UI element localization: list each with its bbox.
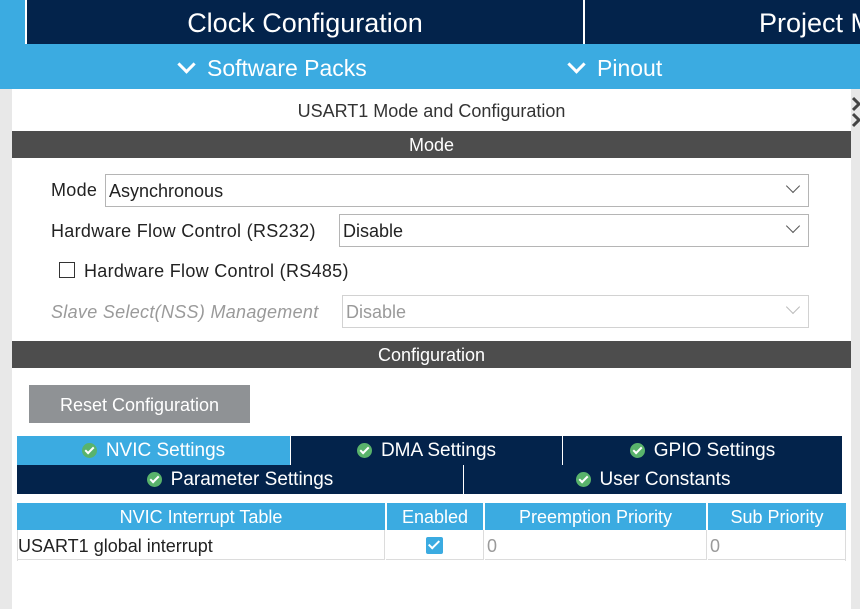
chevron-down-icon <box>785 178 801 194</box>
sub-priority-cell[interactable]: 0 <box>708 530 846 560</box>
nss-management-select: Disable <box>342 295 809 328</box>
preemption-priority-cell[interactable]: 0 <box>485 530 707 560</box>
nss-management-value: Disable <box>346 302 407 322</box>
tab-label: GPIO Settings <box>653 440 776 461</box>
mode-select[interactable]: Asynchronous <box>105 174 809 207</box>
right-panel-edge[interactable] <box>851 89 860 609</box>
column-header-enabled: Enabled <box>387 503 483 530</box>
collapse-arrow-icon[interactable] <box>852 96 860 128</box>
hw-flow-rs232-value: Disable <box>343 221 404 241</box>
column-header-sub-priority: Sub Priority <box>708 503 846 530</box>
column-header-interrupt: NVIC Interrupt Table <box>17 503 385 530</box>
check-circle-icon <box>575 472 591 487</box>
mode-label: Mode <box>51 180 98 200</box>
panel-title: USART1 Mode and Configuration <box>297 101 566 121</box>
tab-project-manager[interactable]: Project M <box>585 0 860 44</box>
software-packs-menu[interactable]: Software Packs <box>177 44 367 89</box>
pinout-label: Pinout <box>597 55 663 81</box>
tab-clock-configuration[interactable]: Clock Configuration <box>27 0 583 44</box>
tab-nvic-settings[interactable]: NVIC Settings <box>17 436 290 465</box>
nss-management-label: Slave Select(NSS) Management <box>51 302 319 322</box>
enabled-checkbox[interactable] <box>426 537 443 554</box>
reset-configuration-button[interactable]: Reset Configuration <box>29 385 250 423</box>
configuration-section-header: Configuration <box>12 341 851 368</box>
pinout-menu[interactable]: Pinout <box>567 44 663 89</box>
hw-flow-rs232-select[interactable]: Disable <box>339 214 809 247</box>
tab-label: User Constants <box>599 469 731 490</box>
sub-nav-bar <box>0 44 860 89</box>
chevron-down-icon <box>785 218 801 234</box>
chevron-down-icon <box>785 299 801 315</box>
mode-select-value: Asynchronous <box>109 181 224 201</box>
check-circle-icon <box>81 443 97 458</box>
tab-dma-settings[interactable]: DMA Settings <box>291 436 562 465</box>
software-packs-label: Software Packs <box>207 55 367 81</box>
mode-section-header: Mode <box>12 131 851 158</box>
chevron-down-icon <box>177 55 196 74</box>
check-circle-icon <box>629 443 645 458</box>
hw-flow-rs485-label: Hardware Flow Control (RS485) <box>84 261 349 281</box>
column-header-preemption-priority: Preemption Priority <box>485 503 706 530</box>
tab-gpio-settings[interactable]: GPIO Settings <box>563 436 842 465</box>
tab-parameter-settings[interactable]: Parameter Settings <box>17 465 463 494</box>
interrupt-name-cell: USART1 global interrupt <box>18 530 385 560</box>
tab-label: NVIC Settings <box>105 440 226 461</box>
tab-left-edge <box>0 0 25 44</box>
left-panel-edge <box>0 89 12 609</box>
hw-flow-rs232-label: Hardware Flow Control (RS232) <box>51 221 316 241</box>
hw-flow-rs485-checkbox[interactable] <box>59 262 75 278</box>
tab-user-constants[interactable]: User Constants <box>464 465 842 494</box>
tab-label: Parameter Settings <box>170 469 334 490</box>
chevron-down-icon <box>567 55 586 74</box>
check-circle-icon <box>356 443 372 458</box>
check-circle-icon <box>146 472 162 487</box>
tab-label: DMA Settings <box>380 440 497 461</box>
